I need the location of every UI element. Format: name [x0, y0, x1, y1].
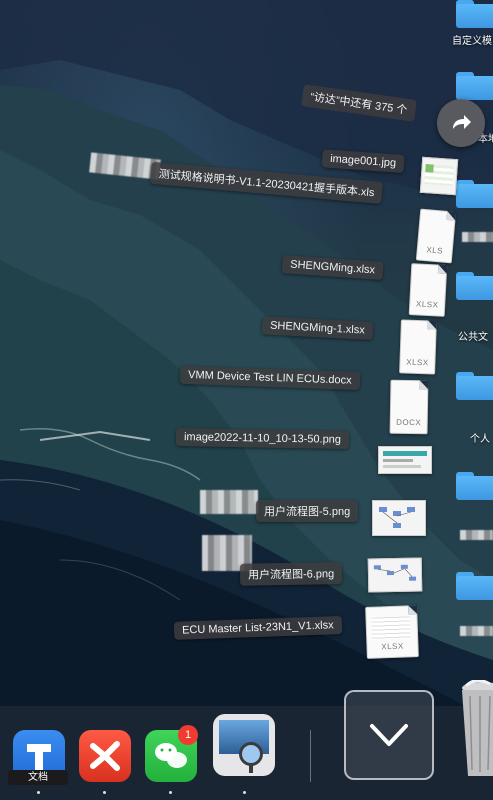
magnifier-icon [239, 742, 263, 773]
flowchart-thumbnail [379, 507, 415, 528]
file-extension: XLSX [406, 357, 429, 368]
running-indicator [243, 791, 246, 794]
desktop-folder[interactable] [456, 72, 493, 100]
dock-separator [310, 730, 311, 782]
stack-item-label[interactable]: 用户流程图-5.png [256, 500, 359, 522]
flowchart-thumbnail [373, 564, 417, 581]
blurred-label [200, 490, 258, 514]
xlsx-file-icon[interactable]: XLSX [365, 605, 419, 659]
desktop-folder-label: 自定义模 [452, 36, 492, 47]
running-indicator [37, 791, 40, 794]
running-indicator [103, 791, 106, 794]
desktop-folder-label: 公共文 [458, 332, 488, 343]
xlsx-file-icon[interactable]: XLSX [408, 263, 448, 317]
image-thumbnail[interactable] [372, 500, 426, 536]
file-extension: XLSX [415, 299, 439, 310]
file-extension: DOCX [396, 417, 422, 428]
stack-item-label[interactable]: image2022-11-10_10-13-50.png [175, 427, 350, 449]
desktop-folder-label: 个人 [470, 434, 490, 445]
file-extension: XLSX [381, 641, 404, 652]
desktop-folder[interactable] [456, 572, 493, 600]
trash-can-icon [462, 679, 493, 776]
docx-file-icon[interactable]: DOCX [389, 379, 429, 435]
blurred-label [462, 232, 493, 242]
desktop-folder[interactable] [456, 472, 493, 500]
blurred-label [460, 530, 493, 540]
arrow-forward-icon [453, 115, 471, 129]
desktop-folder[interactable] [456, 272, 493, 300]
running-indicator [169, 791, 172, 794]
image-thumbnail[interactable] [367, 557, 423, 593]
trash-icon[interactable] [456, 679, 493, 780]
desktop-folder[interactable] [456, 372, 493, 400]
stack-item-label[interactable]: 用户流程图-6.png [239, 562, 343, 586]
xmind-icon[interactable] [79, 730, 131, 782]
preview-icon[interactable] [213, 714, 275, 776]
image-thumbnail[interactable] [419, 156, 459, 196]
image-thumbnail[interactable] [378, 446, 432, 474]
blurred-label [460, 626, 493, 636]
desktop-folder[interactable] [456, 180, 493, 208]
xmind-logo-icon [90, 741, 120, 771]
downloads-stack-button[interactable] [344, 690, 434, 780]
desktop-folder[interactable] [456, 0, 493, 28]
xls-file-icon[interactable]: XLS [415, 208, 457, 264]
show-in-finder-button[interactable] [437, 99, 485, 147]
notification-badge: 1 [178, 725, 198, 745]
dock-tooltip: 文档 [8, 770, 68, 785]
xlsx-file-icon[interactable]: XLSX [399, 319, 437, 375]
chevron-down-icon [370, 724, 408, 746]
file-extension: XLS [426, 245, 444, 256]
